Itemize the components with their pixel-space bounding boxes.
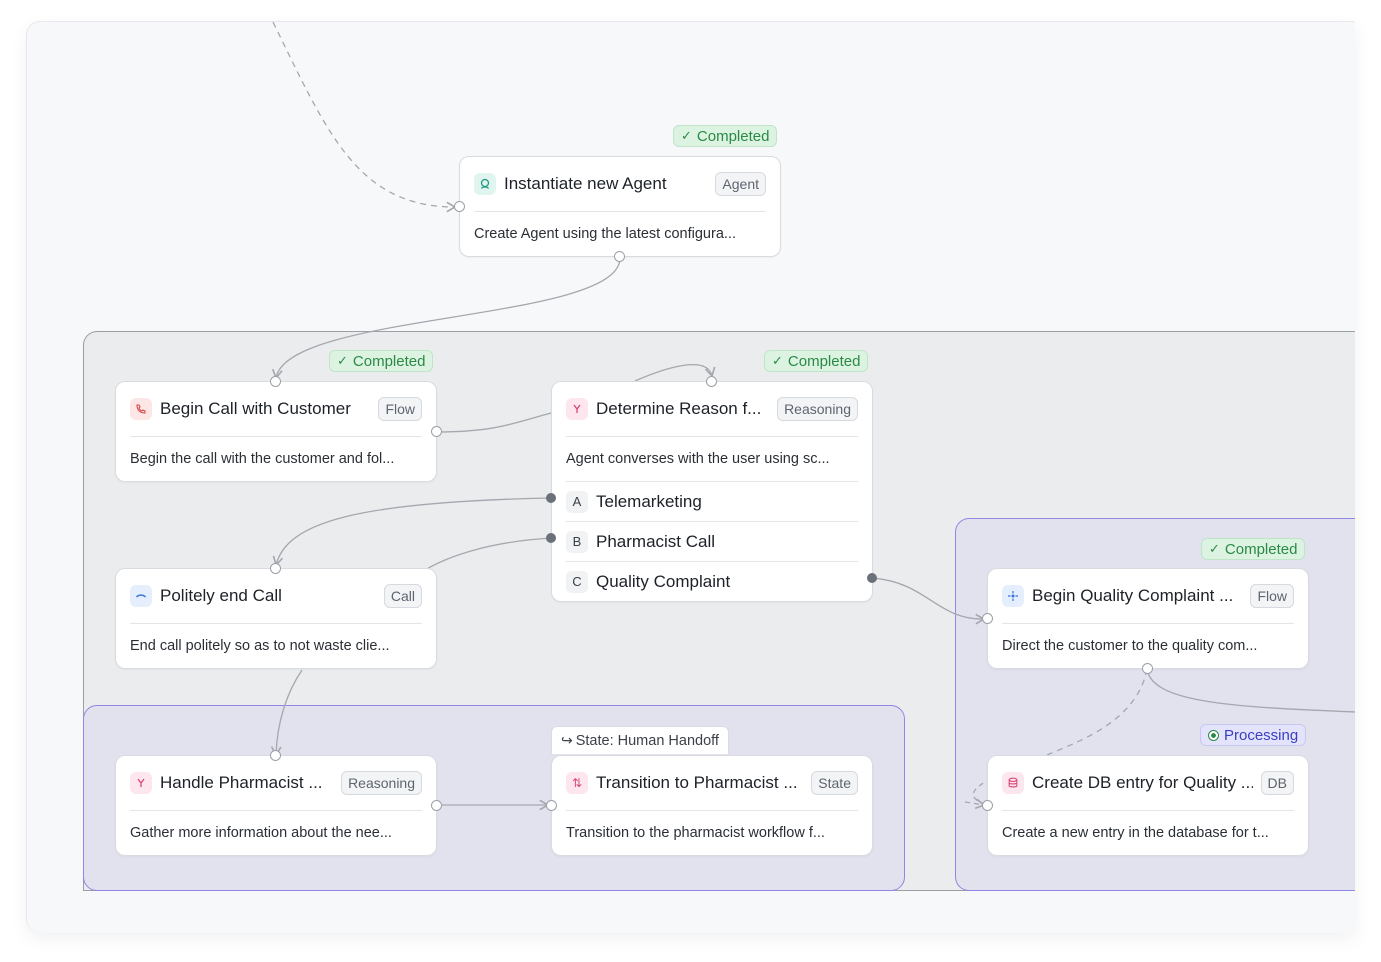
branch-icon xyxy=(130,772,152,794)
processing-icon xyxy=(1208,729,1219,741)
node-description: Agent converses with the user using sc..… xyxy=(566,451,830,467)
status-badge: ✓ Completed xyxy=(1201,538,1306,560)
option-telemarketing[interactable]: A Telemarketing xyxy=(566,481,858,521)
output-port[interactable] xyxy=(431,800,442,811)
node-description: Direct the customer to the quality com..… xyxy=(1002,638,1258,654)
input-port[interactable] xyxy=(270,376,281,387)
input-port[interactable] xyxy=(706,376,717,387)
state-arrows-icon: ⇅ xyxy=(566,772,588,794)
node-begin-call[interactable]: Begin Call with Customer Flow Begin the … xyxy=(115,381,437,482)
node-description: Transition to the pharmacist workflow f.… xyxy=(566,825,825,841)
phone-incoming-icon xyxy=(130,398,152,420)
option-pharmacist-call[interactable]: B Pharmacist Call xyxy=(566,521,858,561)
hangup-icon xyxy=(130,585,152,607)
option-quality-complaint[interactable]: C Quality Complaint xyxy=(566,561,858,601)
node-description: Create a new entry in the database for t… xyxy=(1002,825,1269,841)
check-icon: ✓ xyxy=(337,353,348,368)
node-title: Transition to Pharmacist ... xyxy=(596,773,798,792)
node-title: Handle Pharmacist ... xyxy=(160,773,323,792)
flow-icon xyxy=(1002,585,1024,607)
input-port[interactable] xyxy=(982,613,993,624)
branch-icon xyxy=(566,398,588,420)
node-type-badge: State xyxy=(811,771,858,795)
node-title: Begin Call with Customer xyxy=(160,399,351,418)
node-transition-pharmacist[interactable]: ⇅ Transition to Pharmacist ... State Tra… xyxy=(551,755,873,856)
node-create-db-entry[interactable]: Create DB entry for Quality ... DB Creat… xyxy=(987,755,1309,856)
node-description: End call politely so as to not waste cli… xyxy=(130,638,390,654)
check-icon: ✓ xyxy=(681,128,692,143)
node-type-badge: DB xyxy=(1260,771,1294,795)
node-title: Create DB entry for Quality ... xyxy=(1032,773,1253,792)
node-description: Create Agent using the latest configura.… xyxy=(474,226,736,242)
state-label-badge: ↪ State: Human Handoff xyxy=(551,726,729,754)
option-port-c[interactable] xyxy=(867,573,877,583)
status-badge: Processing xyxy=(1200,724,1307,746)
node-description: Gather more information about the nee... xyxy=(130,825,392,841)
node-description: Begin the call with the customer and fol… xyxy=(130,451,395,467)
input-port[interactable] xyxy=(982,800,993,811)
node-type-badge: Reasoning xyxy=(777,397,858,421)
node-begin-quality-complaint[interactable]: Begin Quality Complaint ... Flow Direct … xyxy=(987,568,1309,669)
node-type-badge: Call xyxy=(383,584,422,608)
node-type-badge: Reasoning xyxy=(341,771,422,795)
output-port[interactable] xyxy=(1142,663,1153,674)
share-arrow-icon: ↪ xyxy=(561,732,573,748)
node-politely-end-call[interactable]: Politely end Call Call End call politely… xyxy=(115,568,437,669)
node-determine-reason[interactable]: Determine Reason f... Reasoning Agent co… xyxy=(551,381,873,602)
agent-icon xyxy=(474,173,496,195)
workflow-canvas[interactable]: ✓ Completed Instantiate new Agent Agent … xyxy=(26,21,1355,933)
status-badge: ✓ Completed xyxy=(329,350,434,372)
check-icon: ✓ xyxy=(772,353,783,368)
node-title: Begin Quality Complaint ... xyxy=(1032,586,1234,605)
output-port[interactable] xyxy=(431,426,442,437)
input-port[interactable] xyxy=(546,800,557,811)
database-icon xyxy=(1002,772,1024,794)
edge-incoming-agent xyxy=(272,22,457,213)
node-type-badge: Agent xyxy=(715,172,766,196)
option-list: A Telemarketing B Pharmacist Call C Qual… xyxy=(552,481,872,601)
node-title: Instantiate new Agent xyxy=(504,174,667,193)
output-port[interactable] xyxy=(614,251,625,262)
status-badge: ✓ Completed xyxy=(764,350,869,372)
node-type-badge: Flow xyxy=(378,397,422,421)
input-port[interactable] xyxy=(270,563,281,574)
node-handle-pharmacist[interactable]: Handle Pharmacist ... Reasoning Gather m… xyxy=(115,755,437,856)
status-badge: ✓ Completed xyxy=(673,125,778,147)
check-icon: ✓ xyxy=(1209,541,1220,556)
node-type-badge: Flow xyxy=(1250,584,1294,608)
node-title: Determine Reason f... xyxy=(596,399,762,418)
input-port[interactable] xyxy=(270,750,281,761)
node-title: Politely end Call xyxy=(160,586,282,605)
node-instantiate-agent[interactable]: Instantiate new Agent Agent Create Agent… xyxy=(459,156,781,257)
input-port[interactable] xyxy=(454,201,465,212)
option-port-b[interactable] xyxy=(546,533,556,543)
option-port-a[interactable] xyxy=(546,493,556,503)
